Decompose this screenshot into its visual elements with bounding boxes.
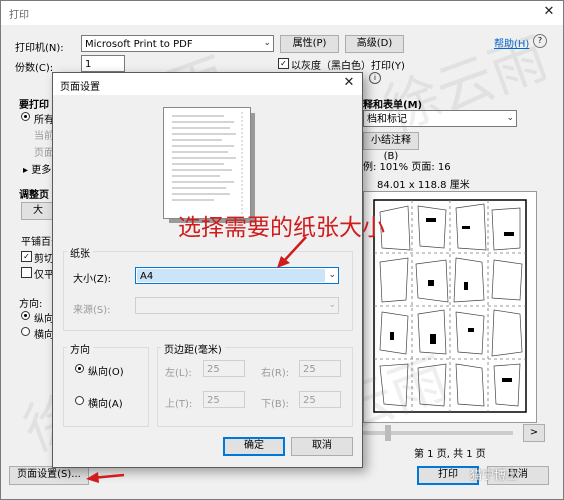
landscape-label: 横向: [34, 330, 54, 341]
bottom-margin-label: 下(B):: [261, 399, 290, 410]
landscape-radio[interactable]: [21, 327, 30, 336]
portrait-label: 纵向: [34, 314, 54, 325]
size-button[interactable]: 大: [21, 202, 55, 220]
close-icon[interactable]: ✕: [339, 74, 359, 92]
close-icon[interactable]: ✕: [539, 3, 559, 21]
window-title: 打印: [9, 10, 29, 21]
right-margin-label: 右(R):: [261, 368, 290, 379]
page-setup-title-bar: 页面设置 ✕: [53, 73, 362, 95]
chevron-down-icon: ⌄: [263, 38, 271, 48]
paper-group: [63, 251, 353, 331]
landscape-radio[interactable]: [75, 396, 84, 405]
scale-info: 例: 101% 页面: 16: [363, 162, 451, 173]
ok-button[interactable]: 确定: [223, 437, 285, 456]
source-label: 来源(S):: [73, 305, 111, 316]
paper-source-select[interactable]: ⌄: [135, 297, 339, 314]
chevron-down-icon: ⌄: [328, 270, 336, 280]
pages-heading: 要打印: [19, 100, 49, 111]
advanced-button[interactable]: 高级(D): [345, 35, 404, 53]
right-margin-input[interactable]: 25: [299, 360, 341, 377]
more-options-expander[interactable]: ▸ 更多: [23, 161, 51, 176]
selection-highlight: [137, 269, 325, 282]
size-label: 大小(Z):: [73, 274, 112, 285]
page-setup-button[interactable]: 页面设置(S)...: [9, 466, 89, 485]
all-pages-radio[interactable]: [21, 112, 30, 121]
page-setup-title: 页面设置: [60, 82, 100, 93]
top-margin-label: 上(T):: [165, 399, 193, 410]
page-setup-cancel-button[interactable]: 取消: [291, 437, 353, 456]
bottom-margin-input[interactable]: 25: [299, 391, 341, 408]
copies-label: 份数(C):: [15, 63, 54, 74]
top-margin-input[interactable]: 25: [203, 391, 245, 408]
cut-label: 剪切: [34, 254, 54, 265]
all-pages-label: 所有: [34, 115, 54, 126]
portrait-radio[interactable]: [75, 364, 84, 373]
margins-group: [157, 347, 353, 427]
margins-group-label: 页边距(毫米): [161, 341, 225, 356]
orientation-group-label: 方向: [67, 341, 93, 356]
printer-label: 打印机(N):: [15, 43, 64, 54]
landscape-label: 横向(A): [88, 399, 123, 410]
paper-size-value: A4: [140, 271, 154, 282]
orientation-group: [63, 347, 149, 427]
page-setup-dialog: 页面设置 ✕ 纸张 大小(Z): A4 ⌄ 来源(S): ⌄ 方向 纵向(O) …: [52, 72, 363, 468]
title-bar: 打印 ✕: [1, 1, 563, 25]
orientation-label: 方向:: [19, 299, 43, 310]
page-thumbnail-lines: [172, 112, 243, 214]
paper-group-label: 纸张: [67, 245, 93, 260]
page-count: 第 1 页, 共 1 页: [414, 449, 486, 460]
page-thumbnail: [163, 107, 251, 219]
sizing-heading: 调整页: [19, 190, 49, 201]
paper-size-info: 84.01 x 118.8 厘米: [377, 180, 470, 191]
properties-button[interactable]: 属性(P): [280, 35, 339, 53]
current-page-label: 当前: [34, 131, 54, 142]
cut-checkbox[interactable]: ✓: [21, 251, 32, 262]
portrait-radio[interactable]: [21, 311, 30, 320]
portrait-label: 纵向(O): [88, 367, 124, 378]
grayscale-checkbox[interactable]: ✓: [278, 58, 289, 69]
next-page-button[interactable]: >: [523, 424, 545, 442]
only-checkbox[interactable]: [21, 267, 32, 278]
left-margin-input[interactable]: 25: [203, 360, 245, 377]
pages-range-label: 页面: [34, 148, 54, 159]
left-margin-label: 左(L):: [165, 368, 192, 379]
annotation-text: 选择需要的纸张大小: [178, 215, 385, 241]
paper-size-select[interactable]: A4 ⌄: [135, 267, 339, 284]
chevron-down-icon: ⌄: [328, 300, 336, 310]
only-label: 仅平: [34, 270, 54, 281]
chevron-down-icon: ⌄: [506, 113, 514, 123]
corner-watermark: 猫宁博士: [470, 468, 519, 482]
